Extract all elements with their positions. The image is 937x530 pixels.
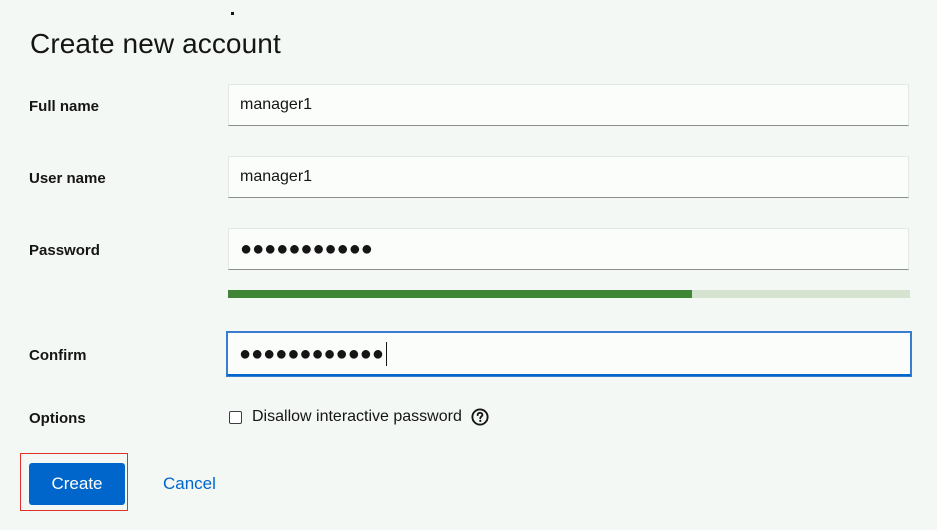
page-title: Create new account: [30, 28, 281, 59]
password-label: Password: [29, 242, 100, 259]
disallow-interactive-label: Disallow interactive password: [252, 408, 462, 425]
password-value: ●●●●●●●●●●●: [240, 238, 373, 260]
create-button[interactable]: Create: [29, 463, 125, 505]
decorative-dot: [231, 12, 234, 15]
password-input[interactable]: ●●●●●●●●●●●: [228, 228, 909, 270]
full-name-value: manager1: [240, 96, 313, 113]
password-strength-fill: [228, 290, 692, 298]
user-name-value: manager1: [240, 168, 313, 185]
options-label: Options: [29, 410, 86, 427]
question-circle-icon[interactable]: [471, 408, 489, 426]
cancel-button[interactable]: Cancel: [163, 474, 216, 494]
full-name-label: Full name: [29, 98, 100, 115]
confirm-password-input[interactable]: ●●●●●●●●●●●●: [227, 332, 911, 376]
confirm-value: ●●●●●●●●●●●●: [239, 342, 384, 365]
disallow-interactive-checkbox[interactable]: [229, 410, 242, 424]
full-name-input[interactable]: manager1: [228, 84, 909, 126]
user-name-input[interactable]: manager1: [228, 156, 909, 198]
confirm-label: Confirm: [29, 347, 87, 364]
text-caret: [385, 341, 387, 366]
disallow-interactive-option: Disallow interactive password: [229, 408, 489, 426]
user-name-label: User name: [29, 170, 106, 187]
password-strength-meter: [228, 290, 910, 298]
create-account-dialog: Create new account Full name manager1 Us…: [0, 0, 937, 530]
